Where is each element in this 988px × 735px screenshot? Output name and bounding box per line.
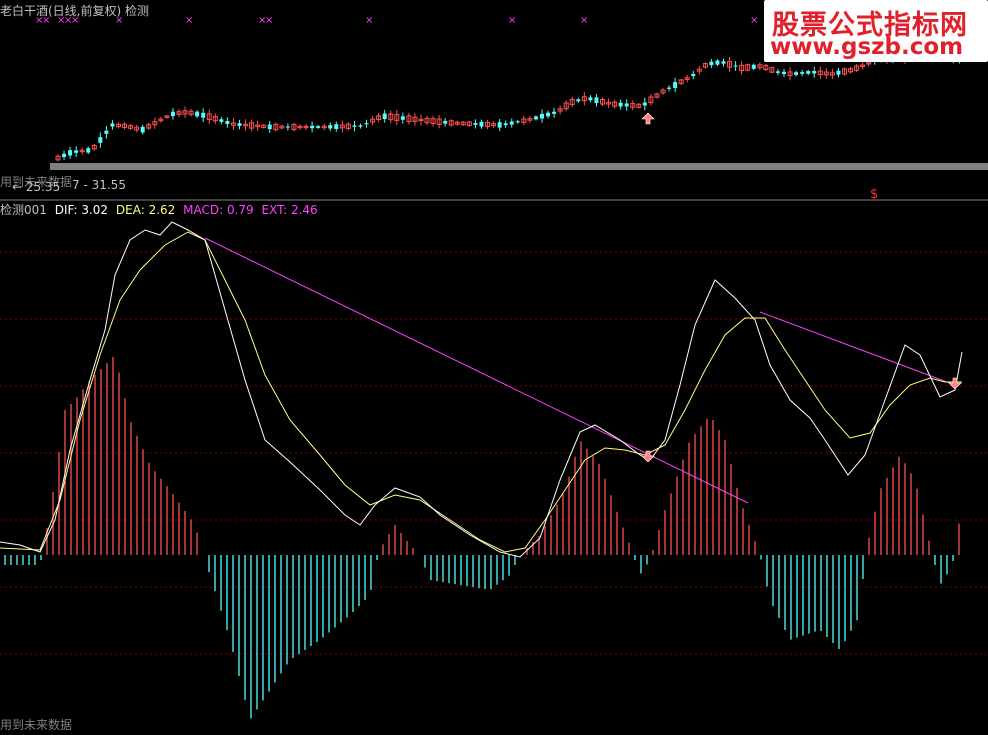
candle-body [316,126,321,128]
candle-body [98,137,103,143]
candle-body [170,111,175,117]
candle-body [624,103,629,107]
candle-body [400,116,405,120]
candle-body [219,119,224,122]
candle-body [74,150,79,153]
lower-future-label: 用到未来数据 [0,718,73,732]
candle-body [358,125,363,127]
x-signal-mark: × [265,15,274,26]
candle-body [782,71,786,75]
candle-body [812,70,817,74]
candle-body [86,148,91,153]
candle-body [503,123,508,126]
candle-body [709,61,714,66]
lower-indicator-name: 检测001 [0,203,47,217]
dif-value: DIF: 3.02 [54,203,109,217]
candle-body [68,150,73,156]
candle-body [806,71,811,74]
candle-body [618,102,623,107]
candle-body [352,125,357,127]
candle-body [576,99,581,102]
candle-body [533,116,538,120]
grid-lines [0,251,988,655]
chart-canvas[interactable] [0,0,988,735]
dollar-signal-icon: $ [870,187,879,202]
candle-body [328,125,333,129]
dif-line [0,221,963,558]
candle-body [794,72,799,75]
candle-body [667,87,672,89]
candle-body [140,126,145,133]
ext-value: EXT: 2.46 [261,203,318,217]
dea-value: DEA: 2.62 [115,203,176,217]
macd-histogram [4,357,960,719]
candle-body [836,70,841,75]
dea-line [0,231,962,553]
x-signal-mark: × [580,15,589,26]
candle-body [479,121,484,127]
candle-body [334,124,339,130]
candle-body [515,121,520,123]
candle-body [733,65,738,67]
trend-line-1 [204,237,749,504]
candlestick-series [55,48,962,162]
candle-body [497,122,502,128]
candle-body [691,73,696,77]
candle-body [62,153,67,158]
candle-body [195,111,200,117]
candle-body [237,123,242,126]
x-signal-mark: × [185,15,194,26]
x-signal-mark: × [365,15,374,26]
candle-body [382,113,387,120]
candle-body [546,112,551,117]
upper-indicator-name: 检测 [125,4,150,18]
range-left-label: ← 25.35 [12,180,61,194]
candle-body [201,112,206,118]
candle-body [473,122,478,125]
time-scrollbar[interactable] [50,163,988,170]
watermark-logo: 股票公式指标网 www.gszb.com [764,0,988,62]
candle-body [110,123,115,127]
candle-body [552,111,557,114]
candle-body [800,72,805,74]
range-right-label: 7 - 31.55 [72,178,126,192]
candle-body [594,97,599,104]
upper-panel-header: 老白干酒(日线,前复权) 检测 [0,4,149,18]
watermark-url: www.gszb.com [770,34,964,60]
signal-arrow-icon [641,112,655,125]
candle-body [267,124,272,130]
candle-body [443,120,448,124]
x-signal-mark: × [508,15,517,26]
candle-body [225,121,230,125]
x-signal-mark: × [750,15,759,26]
candle-body [751,64,756,69]
candle-body [104,130,109,134]
trend-line-2 [759,311,956,386]
signal-arrow-icon [948,377,962,390]
candle-body [642,102,647,106]
candle-body [775,71,780,73]
candle-body [540,113,544,119]
candle-body [310,125,315,129]
candle-body [285,126,290,128]
candle-body [588,97,593,101]
stock-title: 老白干酒(日线,前复权) [0,4,122,18]
candle-body [673,82,678,88]
lower-panel-header: 检测001 DIF: 3.02 DEA: 2.62 MACD: 0.79 EXT… [0,203,318,217]
candle-body [715,60,720,65]
candle-body [364,123,369,125]
candle-body [721,61,726,64]
macd-value: MACD: 0.79 [183,203,254,217]
candle-body [509,121,514,125]
